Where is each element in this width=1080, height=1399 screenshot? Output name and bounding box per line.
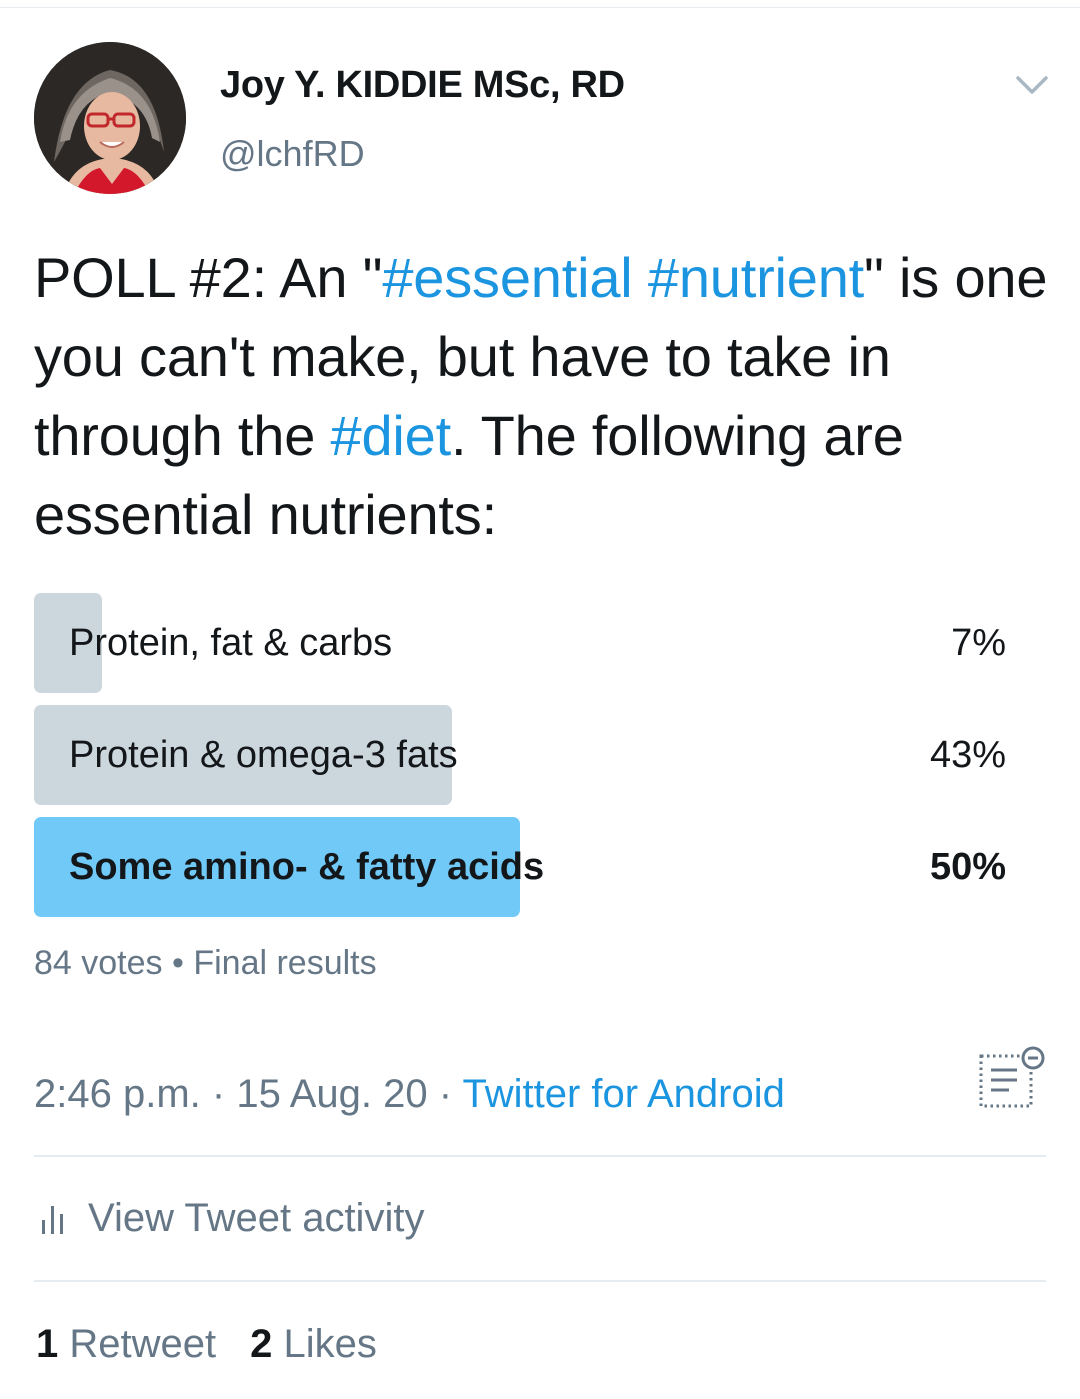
tweet-text-segment: [633, 246, 648, 309]
poll-option-winner: Some amino- & fatty acids 50%: [34, 817, 1006, 917]
tweet-stats: 1 Retweet 2 Likes: [36, 1322, 377, 1367]
hashtag-essential-link[interactable]: #essential: [382, 246, 632, 309]
likes-link[interactable]: 2 Likes: [250, 1322, 377, 1366]
poll-option: Protein & omega-3 fats 43%: [34, 705, 1006, 805]
poll-status: Final results: [193, 944, 377, 982]
tweet-date[interactable]: 15 Aug. 20: [236, 1072, 427, 1116]
hashtag-diet-link[interactable]: #diet: [331, 404, 452, 467]
user-handle[interactable]: @lchfRD: [220, 133, 365, 175]
poll-option-percent: 7%: [951, 621, 1006, 664]
display-name[interactable]: Joy Y. KIDDIE MSc, RD: [220, 64, 625, 107]
bar-chart-icon: [42, 1205, 63, 1234]
divider: [34, 1155, 1046, 1157]
tweet-source-link[interactable]: Twitter for Android: [462, 1072, 784, 1116]
separator-dot: •: [171, 944, 184, 982]
tweet-text: POLL #2: An "#essential #nutrient" is on…: [34, 238, 1054, 554]
tweet-text-segment: POLL #2: An ": [34, 246, 383, 309]
avatar[interactable]: [34, 42, 186, 194]
separator-dot: ·: [438, 1072, 453, 1116]
tweet-time[interactable]: 2:46 p.m.: [34, 1072, 201, 1116]
retweets-link[interactable]: 1 Retweet: [36, 1322, 216, 1366]
poll-option-percent: 43%: [929, 733, 1006, 776]
poll-option-label: Protein & omega-3 fats: [69, 733, 458, 776]
poll-summary: 84 votes • Final results: [34, 944, 377, 983]
tweet-activity-icon[interactable]: [977, 1046, 1047, 1112]
poll-option: Protein, fat & carbs 7%: [34, 593, 1006, 693]
separator-dot: ·: [211, 1072, 226, 1116]
tweet-detail: Joy Y. KIDDIE MSc, RD @lchfRD POLL #2: A…: [0, 0, 1080, 1399]
poll-option-percent: 50%: [929, 845, 1006, 888]
tweet-timestamp: 2:46 p.m. · 15 Aug. 20 · Twitter for And…: [34, 1072, 785, 1117]
top-divider: [0, 7, 1080, 8]
poll-vote-count: 84 votes: [34, 944, 163, 982]
likes-label: Likes: [283, 1322, 377, 1366]
retweet-label: Retweet: [69, 1322, 217, 1366]
like-count: 2: [250, 1322, 273, 1366]
hashtag-nutrient-link[interactable]: #nutrient: [648, 246, 864, 309]
view-tweet-activity-label: View Tweet activity: [88, 1196, 425, 1240]
poll-option-label: Protein, fat & carbs: [69, 621, 393, 664]
poll: Protein, fat & carbs 7% Protein & omega-…: [34, 593, 1006, 929]
retweet-count: 1: [36, 1322, 59, 1366]
divider: [34, 1280, 1046, 1282]
chevron-down-icon[interactable]: [1014, 70, 1050, 100]
poll-option-label: Some amino- & fatty acids: [69, 845, 545, 888]
view-tweet-activity-button[interactable]: View Tweet activity: [40, 1196, 424, 1241]
